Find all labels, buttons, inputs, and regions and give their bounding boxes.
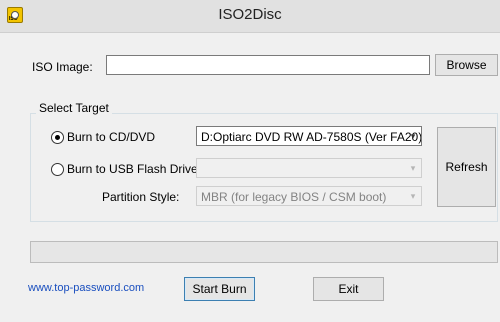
- start-burn-button[interactable]: Start Burn: [184, 277, 255, 301]
- cd-drive-select[interactable]: D:Optiarc DVD RW AD-7580S (Ver FA20) ▾: [196, 126, 422, 146]
- partition-style-value: MBR (for legacy BIOS / CSM boot): [201, 190, 387, 204]
- window-title: ISO2Disc: [218, 6, 282, 23]
- burn-cd-radio[interactable]: [51, 131, 64, 144]
- chevron-down-icon: ▾: [410, 191, 416, 201]
- burn-progress-bar: [30, 241, 498, 263]
- usb-drive-select[interactable]: ▾: [196, 158, 422, 178]
- client-area: ISO Image: Browse Select Target Burn to …: [0, 32, 500, 322]
- cd-drive-value: D:Optiarc DVD RW AD-7580S (Ver FA20): [201, 130, 422, 144]
- chevron-down-icon: ▾: [410, 163, 416, 173]
- partition-style-label: Partition Style:: [102, 190, 180, 204]
- exit-button[interactable]: Exit: [313, 277, 384, 301]
- website-link[interactable]: www.top-password.com: [28, 282, 144, 294]
- burn-cd-label[interactable]: Burn to CD/DVD: [67, 130, 155, 144]
- burn-usb-radio[interactable]: [51, 163, 64, 176]
- title-bar[interactable]: ISO ISO2Disc: [0, 0, 500, 32]
- iso-image-input[interactable]: [106, 55, 430, 75]
- refresh-button[interactable]: Refresh: [437, 127, 496, 207]
- iso-image-label: ISO Image:: [32, 60, 93, 74]
- partition-style-select[interactable]: MBR (for legacy BIOS / CSM boot) ▾: [196, 186, 422, 206]
- select-target-label: Select Target: [36, 101, 112, 115]
- burn-usb-label[interactable]: Burn to USB Flash Drive: [67, 162, 198, 176]
- iso2disc-window: ISO ISO2Disc ISO Image: Browse Select Ta…: [0, 0, 500, 322]
- browse-button[interactable]: Browse: [435, 54, 498, 76]
- chevron-down-icon: ▾: [410, 131, 416, 141]
